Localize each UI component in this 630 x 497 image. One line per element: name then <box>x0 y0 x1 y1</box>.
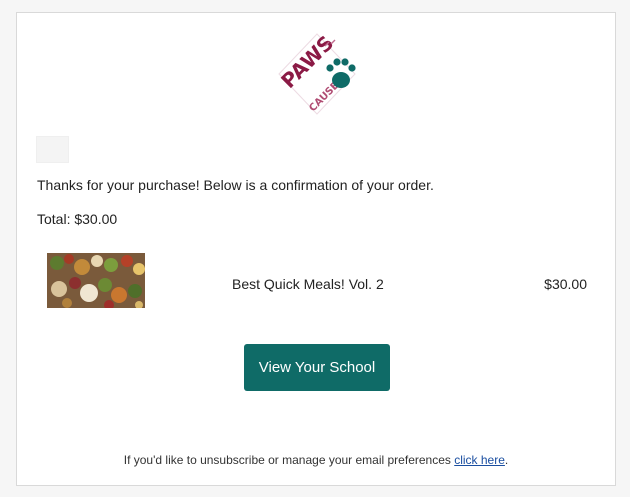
view-your-school-button[interactable]: View Your School <box>244 344 390 391</box>
unsubscribe-footer: If you'd like to unsubscribe or manage y… <box>17 452 615 468</box>
logo-svg: PAWS CAUSE <box>276 31 356 115</box>
footer-suffix: . <box>504 453 509 467</box>
product-name: Best Quick Meals! Vol. 2 <box>232 276 384 292</box>
manage-preferences-link[interactable]: click here <box>454 453 505 467</box>
email-card: PAWS CAUSE Thanks for your purchase! Bel… <box>16 12 616 486</box>
product-thumbnail <box>47 253 145 308</box>
paws-cause-logo: PAWS CAUSE <box>269 30 365 118</box>
intro-text: Thanks for your purchase! Below is a con… <box>37 177 434 193</box>
order-total: Total: $30.00 <box>37 211 118 227</box>
image-placeholder <box>36 136 69 163</box>
product-price: $30.00 <box>544 276 587 292</box>
footer-text: If you'd like to unsubscribe or manage y… <box>123 453 455 467</box>
